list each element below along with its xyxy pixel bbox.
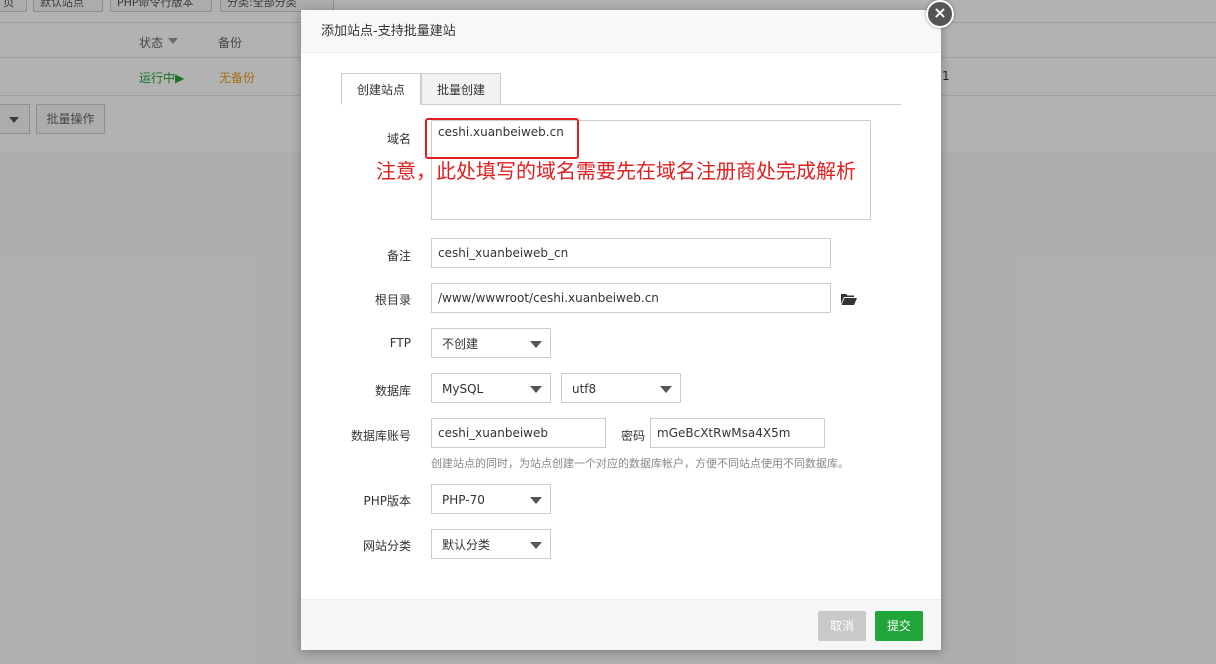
db-user-input[interactable]: ceshi_xuanbeiweb bbox=[431, 418, 606, 448]
php-version-label: PHP版本 bbox=[363, 494, 412, 508]
chevron-down-icon bbox=[530, 386, 542, 393]
close-icon[interactable]: × bbox=[926, 0, 954, 28]
dialog-tabs: 创建站点 批量创建 bbox=[341, 73, 901, 105]
php-version-value: PHP-70 bbox=[442, 493, 485, 507]
database-label: 数据库 bbox=[374, 384, 411, 398]
dialog-footer: 取消 提交 bbox=[301, 599, 941, 650]
cancel-button[interactable]: 取消 bbox=[818, 611, 866, 641]
db-password-label: 密码 bbox=[621, 429, 646, 443]
ftp-label: FTP bbox=[389, 336, 411, 350]
tab-create-site[interactable]: 创建站点 bbox=[341, 73, 422, 105]
domain-notice: 注意，此处填写的域名需要先在域名注册商处完成解析 bbox=[376, 159, 856, 183]
ftp-value: 不创建 bbox=[442, 337, 479, 351]
database-type-value: MySQL bbox=[442, 382, 484, 396]
database-charset-value: utf8 bbox=[572, 382, 597, 396]
db-hint: 创建站点的同时，为站点创建一个对应的数据库帐户，方便不同站点使用不同数据库。 bbox=[431, 457, 849, 470]
root-dir-value: /www/wwwroot/ceshi.xuanbeiweb.cn bbox=[438, 291, 659, 305]
remark-value: ceshi_xuanbeiweb_cn bbox=[438, 246, 569, 260]
category-value: 默认分类 bbox=[442, 538, 491, 552]
root-dir-label: 根目录 bbox=[374, 293, 411, 307]
ftp-select[interactable]: 不创建 bbox=[431, 328, 551, 358]
dialog-title: 添加站点-支持批量建站 bbox=[301, 10, 941, 53]
submit-button[interactable]: 提交 bbox=[875, 611, 923, 641]
db-password-input[interactable]: mGeBcXtRwMsa4X5m bbox=[650, 418, 825, 448]
php-version-select[interactable]: PHP-70 bbox=[431, 484, 551, 514]
chevron-down-icon bbox=[530, 341, 542, 348]
domain-label: 域名 bbox=[386, 132, 411, 146]
database-charset-select[interactable]: utf8 bbox=[561, 373, 681, 403]
remark-input[interactable]: ceshi_xuanbeiweb_cn bbox=[431, 238, 831, 268]
chevron-down-icon bbox=[530, 497, 542, 504]
category-label: 网站分类 bbox=[362, 539, 411, 553]
add-site-dialog: 添加站点-支持批量建站 创建站点 批量创建 域名 ceshi.xuanbeiwe… bbox=[301, 10, 941, 650]
remark-label: 备注 bbox=[386, 249, 411, 263]
category-select[interactable]: 默认分类 bbox=[431, 529, 551, 559]
db-password-value: mGeBcXtRwMsa4X5m bbox=[657, 426, 791, 440]
folder-open-icon[interactable] bbox=[841, 293, 857, 305]
domain-highlight-box bbox=[425, 118, 579, 159]
database-type-select[interactable]: MySQL bbox=[431, 373, 551, 403]
db-account-label: 数据库账号 bbox=[350, 429, 411, 443]
root-dir-input[interactable]: /www/wwwroot/ceshi.xuanbeiweb.cn bbox=[431, 283, 831, 313]
chevron-down-icon bbox=[530, 542, 542, 549]
tab-batch-create[interactable]: 批量创建 bbox=[421, 73, 502, 105]
db-user-value: ceshi_xuanbeiweb bbox=[438, 426, 548, 440]
chevron-down-icon bbox=[660, 386, 672, 393]
